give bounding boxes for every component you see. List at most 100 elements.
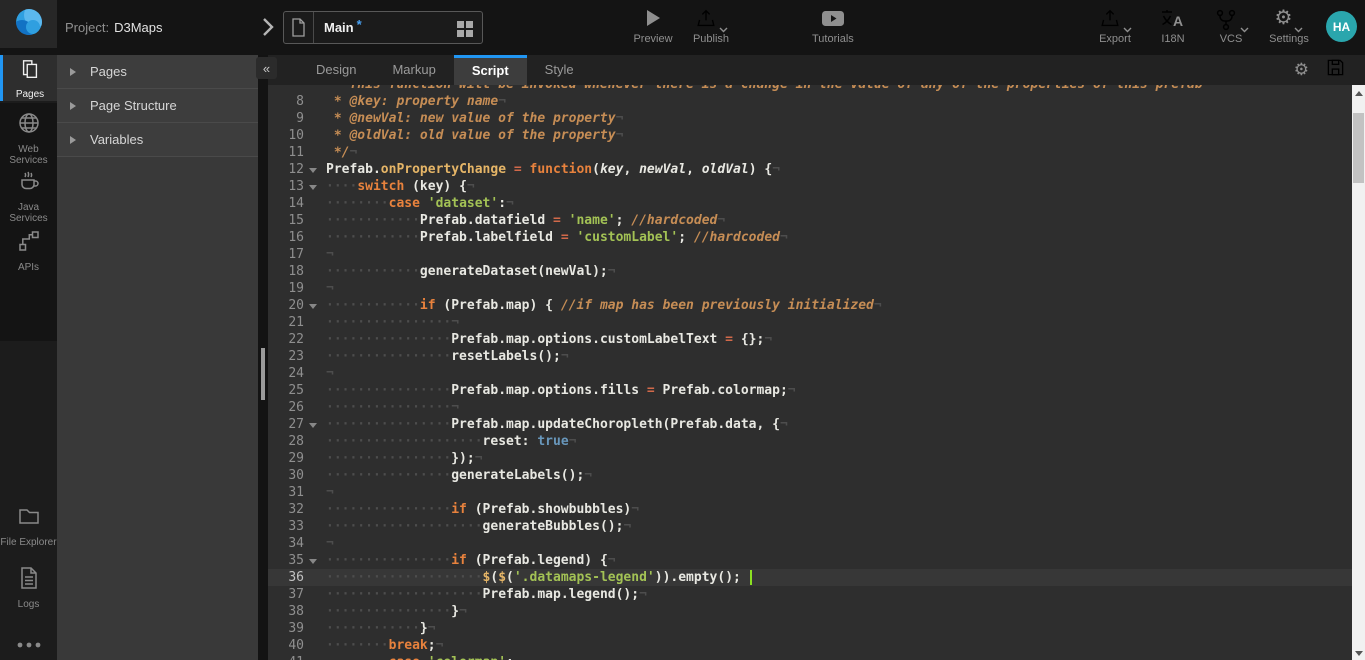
page-tab-label: Main <box>324 20 354 35</box>
sidebar-item-apis[interactable]: APIs <box>0 226 57 276</box>
line-text: ····switch (key) {¬ <box>326 178 1352 195</box>
panel-section-variables[interactable]: Variables <box>57 123 258 157</box>
line-number: 12 <box>268 161 304 178</box>
sidebar-item-web-services[interactable]: Web Services <box>0 108 57 166</box>
panel-section-page-structure[interactable]: Page Structure <box>57 89 258 123</box>
pages-panel: PagesPage StructureVariables <box>57 55 258 660</box>
line-number: 20 <box>268 297 304 314</box>
line-number: 31 <box>268 484 304 501</box>
sidebar-item-java-services[interactable]: Java Services <box>0 166 57 224</box>
panel-collapse-button[interactable]: « <box>256 57 277 79</box>
tab-script[interactable]: Script <box>454 55 527 85</box>
code-line-29[interactable]: 29················});¬ <box>268 450 1352 467</box>
scroll-up-arrow-icon[interactable] <box>1355 91 1363 96</box>
code-line-10[interactable]: 10 * @oldVal: old value of the property¬ <box>268 127 1352 144</box>
i18n-icon: A <box>1160 8 1186 35</box>
sidebar-item-logs[interactable]: Logs <box>0 563 57 613</box>
fold-triangle-icon[interactable] <box>309 185 317 190</box>
panel-scrollbar-thumb[interactable] <box>261 348 265 400</box>
sidebar-item-more[interactable] <box>0 633 57 653</box>
sidebar-item-label: Java Services <box>0 202 57 224</box>
tab-markup[interactable]: Markup <box>374 55 453 85</box>
topbar-publish-button[interactable]: Publish <box>691 8 731 45</box>
code-line-12[interactable]: 12Prefab.onPropertyChange = function(key… <box>268 161 1352 178</box>
line-text: ¬ <box>326 246 1352 263</box>
code-line-27[interactable]: 27················Prefab.map.updateChoro… <box>268 416 1352 433</box>
code-line-11[interactable]: 11 */¬ <box>268 144 1352 161</box>
gutter: 17 <box>268 246 326 263</box>
code-line-15[interactable]: 15············Prefab.datafield = 'name';… <box>268 212 1352 229</box>
line-text: ············generateDataset(newVal);¬ <box>326 263 1352 280</box>
code-line-30[interactable]: 30················generateLabels();¬ <box>268 467 1352 484</box>
code-line-18[interactable]: 18 ············generateDataset(newVal);¬ <box>268 263 1352 280</box>
code-line-40[interactable]: 40········break;¬ <box>268 637 1352 654</box>
line-text: ¬ <box>326 280 1352 297</box>
tab-design[interactable]: Design <box>298 55 374 85</box>
code-line-33[interactable]: 33····················generateBubbles();… <box>268 518 1352 535</box>
code-line-13[interactable]: 13····switch (key) {¬ <box>268 178 1352 195</box>
logs-icon <box>18 566 40 595</box>
code-line-16[interactable]: 16············Prefab.labelfield = 'custo… <box>268 229 1352 246</box>
fold-triangle-icon[interactable] <box>309 168 317 173</box>
line-number: 39 <box>268 620 304 637</box>
line-text: * @oldVal: old value of the property¬ <box>326 127 1352 144</box>
fold-triangle-icon[interactable] <box>309 304 317 309</box>
page-icon <box>284 12 314 43</box>
fold-triangle-icon[interactable] <box>309 423 317 428</box>
line-number: 18 <box>268 263 304 280</box>
code-line-9[interactable]: 9 * @newVal: new value of the property¬ <box>268 110 1352 127</box>
topbar-vcs-button[interactable]: VCS <box>1211 8 1251 45</box>
code-line-35[interactable]: 35················if (Prefab.legend) {¬ <box>268 552 1352 569</box>
tab-style[interactable]: Style <box>527 55 592 85</box>
line-number: 9 <box>268 110 304 127</box>
sidebar-item-file-explorer[interactable]: File Explorer <box>0 501 57 563</box>
line-number: 40 <box>268 637 304 654</box>
code-line-20[interactable]: 20············if (Prefab.map) { //if map… <box>268 297 1352 314</box>
code-line-41[interactable]: 41········case 'colormap': <box>268 654 1352 660</box>
code-line-37[interactable]: 37····················Prefab.map.legend(… <box>268 586 1352 603</box>
code-line-31[interactable]: 31¬ <box>268 484 1352 501</box>
script-editor[interactable]: * This function will be invoked whenever… <box>268 85 1365 660</box>
page-tab-main[interactable]: Main * <box>283 11 483 44</box>
code-line-25[interactable]: 25················Prefab.map.options.fil… <box>268 382 1352 399</box>
page-switcher-grid-icon[interactable] <box>457 21 473 37</box>
publish-icon <box>695 8 717 35</box>
topbar-preview-button[interactable]: Preview <box>633 8 673 45</box>
gutter: 33 <box>268 518 326 535</box>
code-line-34[interactable]: 34¬ <box>268 535 1352 552</box>
code-line-17[interactable]: 17¬ <box>268 246 1352 263</box>
code-line-39[interactable]: 39 ············}¬ <box>268 620 1352 637</box>
save-icon <box>1326 58 1345 82</box>
avatar[interactable]: HA <box>1326 11 1357 42</box>
code-line-32[interactable]: 32················if (Prefab.showbubbles… <box>268 501 1352 518</box>
gutter: 13 <box>268 178 326 195</box>
code-line-36[interactable]: 36····················$($('.datamaps-leg… <box>268 569 1352 586</box>
gutter: 11 <box>268 144 326 161</box>
panel-section-pages[interactable]: Pages <box>57 55 258 89</box>
editor-settings-button[interactable]: ⚙ <box>1294 60 1309 80</box>
code-line-14[interactable]: 14········case 'dataset':¬ <box>268 195 1352 212</box>
code-line-7[interactable]: * This function will be invoked whenever… <box>268 85 1352 93</box>
code-line-8[interactable]: 8 * @key: property name¬ <box>268 93 1352 110</box>
topbar-settings-button[interactable]: ⚙Settings <box>1269 8 1309 45</box>
save-button[interactable] <box>1326 58 1345 82</box>
line-text: ················Prefab.map.updateChoropl… <box>326 416 1352 433</box>
fold-triangle-icon[interactable] <box>309 559 317 564</box>
code-line-21[interactable]: 21················¬ <box>268 314 1352 331</box>
sidebar-item-pages[interactable]: Pages <box>0 55 57 101</box>
code-line-24[interactable]: 24¬ <box>268 365 1352 382</box>
line-text: ············}¬ <box>326 620 1352 637</box>
scroll-down-arrow-icon[interactable] <box>1355 651 1363 656</box>
app-logo[interactable] <box>0 0 57 48</box>
code-line-26[interactable]: 26················¬ <box>268 399 1352 416</box>
code-line-38[interactable]: 38················}¬ <box>268 603 1352 620</box>
editor-scrollbar-thumb[interactable] <box>1353 113 1364 183</box>
project-label: Project: <box>65 20 109 35</box>
topbar-i18n-button[interactable]: AI18N <box>1153 8 1193 45</box>
code-line-28[interactable]: 28····················reset: true¬ <box>268 433 1352 450</box>
topbar-export-button[interactable]: Export <box>1095 8 1135 45</box>
topbar-tutorials-button[interactable]: Tutorials <box>812 8 854 45</box>
code-line-23[interactable]: 23················resetLabels();¬ <box>268 348 1352 365</box>
code-line-19[interactable]: 19¬ <box>268 280 1352 297</box>
code-line-22[interactable]: 22················Prefab.map.options.cus… <box>268 331 1352 348</box>
